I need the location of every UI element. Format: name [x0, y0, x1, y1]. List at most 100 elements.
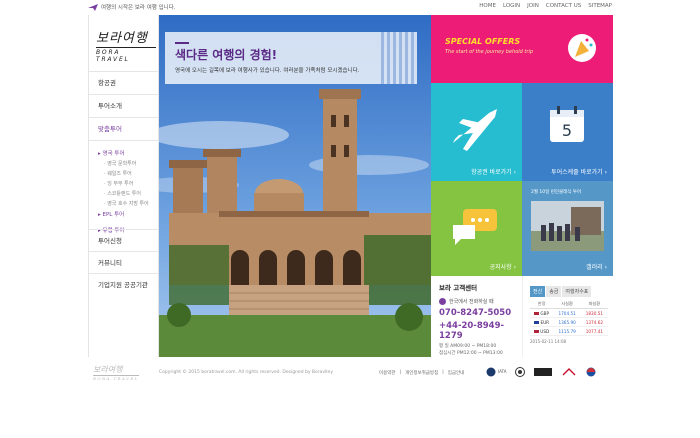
- logo-english: BORA TRAVEL: [96, 47, 156, 63]
- top-bar: 여행의 시작은 보라 여행 입니다. HOME LOGIN JOIN CONTA…: [0, 0, 700, 15]
- airline-ticket-label: 항공권 바로가기 ›: [471, 169, 516, 176]
- logo-korean: 보라여행: [96, 31, 148, 46]
- airplane-icon: [453, 109, 497, 151]
- exchange-rate-widget: 전신 송금 여행자수표 한장 사실환 파실환 GBP 1704.51 1830.…: [522, 276, 613, 357]
- sidebar-item-custom-tour[interactable]: 맞춤투어: [89, 117, 159, 140]
- notice-tile[interactable]: 공지사항 ›: [431, 181, 522, 276]
- phone-hint-text: 한국에서 전화하실 때: [449, 299, 494, 305]
- hero-banner: 색다른 여행의 경험! 영국에 오시는 길목에 보라 여행사가 있습니다. 여러…: [159, 15, 431, 357]
- sitemap-link[interactable]: SITEMAP: [588, 3, 612, 9]
- partner-logo: [534, 366, 553, 377]
- uk-flag-icon: [534, 312, 540, 315]
- exchange-table: 한장 사실환 파실환 GBP 1704.51 1830.51 EUR 1365.…: [530, 300, 608, 336]
- party-popper-icon: [568, 34, 596, 62]
- tour-schedule-tile[interactable]: 5 투어스케줄 바로가기 ›: [522, 83, 613, 181]
- calendar-icon: 5: [550, 106, 584, 142]
- notice-label: 공지사항 ›: [489, 264, 516, 271]
- footer: 보라여행 BORA TRAVEL Copyright © 2015 boratr…: [88, 362, 612, 387]
- us-flag-icon: [534, 330, 540, 333]
- copyright: Copyright © 2015 boratravel.com. All rig…: [159, 370, 333, 375]
- iata-logo-text: IATA: [498, 369, 507, 374]
- gallery-photo: [531, 201, 604, 251]
- submenu-item[interactable]: · 영국 문학투어: [104, 160, 159, 167]
- sidebar-item-corporate[interactable]: 기업지원 공공기관: [89, 273, 159, 295]
- tab-remittance[interactable]: 송금: [546, 286, 562, 297]
- join-link[interactable]: JOIN: [527, 3, 539, 9]
- hours-lunch: 점심시간 PM12:00 ~ PM13:00: [439, 351, 503, 356]
- sell-rate: 1077.41: [580, 326, 608, 336]
- offer-subtitle: The start of the journey behold trip: [445, 49, 534, 55]
- footer-logo-english: BORA TRAVEL: [93, 375, 139, 381]
- submenu-item[interactable]: · 스코틀랜드 투어: [104, 190, 159, 197]
- korean-air-logo: [586, 366, 596, 377]
- phone-number-2[interactable]: +44-20-8949-1279: [439, 321, 522, 341]
- airplane-icon: [88, 4, 98, 11]
- col-buy: 사실환: [553, 300, 581, 309]
- currency-code: USD: [540, 328, 550, 334]
- kata-logo: [515, 366, 526, 377]
- terms-link[interactable]: 이용약관: [379, 370, 396, 376]
- footer-logo: 보라여행 BORA TRAVEL: [93, 364, 139, 381]
- hero-subtitle: 영국에 오시는 길목에 보라 여행사가 있습니다. 여러분을 가족처럼 모시겠습…: [175, 68, 360, 74]
- tab-travelers-check[interactable]: 여행자수표: [562, 286, 592, 297]
- hours-weekday: 평 일 AM09:00 ~ PM18:00: [439, 344, 497, 349]
- sell-rate: 1830.51: [580, 308, 608, 318]
- exchange-tabs: 전신 송금 여행자수표: [530, 286, 608, 297]
- phone-icon: [439, 298, 446, 305]
- sidebar-item-airline[interactable]: 항공권: [89, 71, 159, 94]
- customer-center-title: 보라 고객센터: [439, 284, 478, 292]
- sidebar: 보라여행 BORA TRAVEL 항공권 투어소개 맞춤투어 ▸ 영국 투어 ·…: [89, 15, 159, 357]
- guide-link[interactable]: 임금안내: [448, 370, 465, 376]
- chat-bubble-icon: [453, 209, 497, 245]
- buy-rate: 1704.51: [553, 308, 581, 318]
- gallery-tile[interactable]: 2월 10일 런던클래식 투어 갤러리 ›: [522, 181, 613, 276]
- submenu-item-label: 영국 문학투어: [107, 161, 137, 167]
- tagline: 여행의 시작은 보라 여행 입니다.: [101, 5, 176, 11]
- home-link[interactable]: HOME: [479, 3, 496, 9]
- tour-schedule-label: 투어스케줄 바로가기 ›: [551, 169, 607, 176]
- airline-ticket-tile[interactable]: 항공권 바로가기 ›: [431, 83, 522, 181]
- submenu-uk-tour[interactable]: ▸ 영국 투어: [98, 149, 159, 157]
- footer-logo-korean: 보라여행: [93, 365, 123, 374]
- phone-number-1[interactable]: 070-8247-5050: [439, 308, 522, 318]
- hero-caption: 색다른 여행의 경험! 영국에 오시는 길목에 보라 여행사가 있습니다. 여러…: [165, 32, 417, 84]
- partner-logos: IATA: [484, 366, 596, 377]
- submenu-item[interactable]: · 잉 부부 투어: [104, 180, 159, 187]
- divider: |: [399, 370, 402, 375]
- submenu-epl-tour[interactable]: ▸ EPL 투어: [98, 210, 159, 218]
- buy-rate: 1365.90: [553, 317, 581, 327]
- sell-rate: 1374.62: [580, 317, 608, 327]
- hero-stripes: [381, 32, 417, 84]
- gallery-caption: 2월 10일 런던클래식 투어: [531, 190, 582, 195]
- submenu-item[interactable]: · 영국 호수 지방 투어: [104, 200, 159, 207]
- tab-wire[interactable]: 전신: [530, 286, 546, 297]
- privacy-link[interactable]: 개인정보취급방침: [405, 370, 438, 376]
- logo[interactable]: 보라여행 BORA TRAVEL: [96, 27, 156, 63]
- offer-title: SPECIAL OFFERS: [445, 37, 521, 46]
- sidebar-submenu: ▸ 영국 투어 · 영국 문학투어 · 웨일즈 투어 · 잉 부부 투어 · 스…: [89, 140, 159, 242]
- gallery-label: 갤러리 ›: [586, 264, 607, 271]
- sidebar-menu: 항공권 투어소개 맞춤투어 ▸ 영국 투어 · 영국 문학투어 · 웨일즈 투어…: [89, 71, 159, 242]
- asiana-logo: [561, 366, 577, 377]
- sidebar-item-community[interactable]: 커뮤니티: [89, 251, 159, 273]
- sidebar-menu-bottom: 투어신청 커뮤니티 기업지원 공공기관: [89, 229, 159, 295]
- top-links: HOME LOGIN JOIN CONTACT US SITEMAP: [479, 3, 612, 9]
- contact-link[interactable]: CONTACT US: [546, 3, 581, 9]
- sidebar-item-tour-apply[interactable]: 투어신청: [89, 229, 159, 251]
- hero-title: 색다른 여행의 경험!: [175, 48, 278, 62]
- calendar-day: 5: [562, 121, 572, 140]
- phone-hint: 한국에서 전화하실 때: [439, 298, 522, 305]
- login-link[interactable]: LOGIN: [503, 3, 520, 9]
- special-offers-tile[interactable]: SPECIAL OFFERS The start of the journey …: [431, 15, 613, 83]
- iata-logo: IATA: [484, 366, 506, 377]
- footer-links: 이용약관 | 개인정보취급방침 | 임금안내: [379, 370, 464, 376]
- sidebar-item-tour-intro[interactable]: 투어소개: [89, 94, 159, 117]
- submenu-item-label: 스코틀랜드 투어: [107, 191, 141, 197]
- business-hours: 평 일 AM09:00 ~ PM18:00 점심시간 PM12:00 ~ PM1…: [439, 343, 522, 357]
- submenu-item-label: 잉 부부 투어: [107, 181, 134, 187]
- table-row: GBP 1704.51 1830.51: [530, 308, 608, 318]
- col-sell: 파실환: [580, 300, 608, 309]
- currency-code: GBP: [540, 310, 550, 316]
- currency-code: EUR: [540, 319, 550, 325]
- submenu-item[interactable]: · 웨일즈 투어: [104, 170, 159, 177]
